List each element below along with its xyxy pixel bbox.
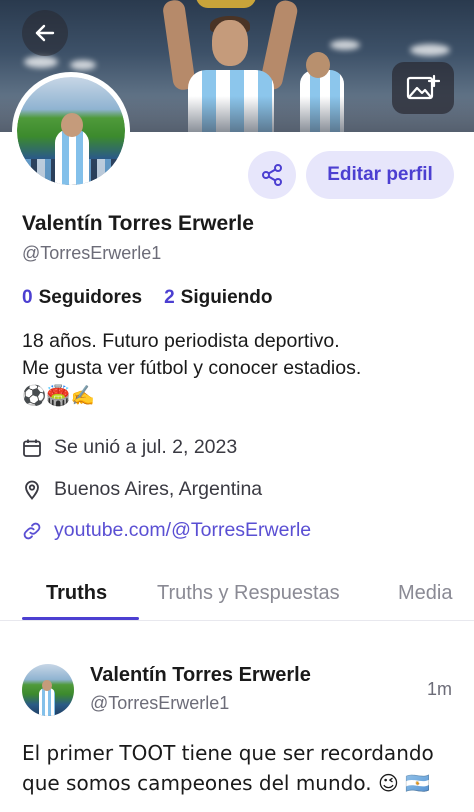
location: Buenos Aires, Argentina — [22, 478, 262, 501]
banner-trophy — [196, 0, 256, 8]
banner-head — [212, 20, 248, 66]
avatar-person — [39, 688, 55, 716]
following-label: Siguiendo — [180, 287, 273, 308]
avatar-person — [55, 129, 89, 185]
followers-count: 0 — [22, 287, 33, 308]
following-count: 2 — [164, 287, 175, 308]
follow-stats: 0 Seguidores 2 Siguiendo — [22, 287, 272, 309]
back-button[interactable] — [22, 10, 68, 56]
profile-tabs: Truths Truths y Respuestas Media — [0, 574, 474, 620]
image-plus-icon — [406, 74, 440, 102]
map-pin-icon — [22, 480, 42, 500]
stadium-light — [70, 60, 96, 70]
tab-media[interactable]: Media — [398, 582, 474, 605]
avatar-person-head — [42, 680, 52, 691]
edit-profile-button[interactable]: Editar perfil — [306, 151, 454, 199]
change-cover-button[interactable] — [392, 62, 454, 114]
joined-date: Se unió a jul. 2, 2023 — [22, 436, 237, 459]
following-link[interactable]: 2 Siguiendo — [164, 287, 272, 309]
profile-handle: @TorresErwerle1 — [22, 243, 162, 263]
website-link[interactable]: youtube.com/@TorresErwerle — [22, 519, 311, 542]
bio-line: 18 años. Futuro periodista deportivo. — [22, 330, 340, 352]
calendar-icon — [22, 438, 42, 458]
banner-player-head — [306, 52, 330, 78]
avatar-person-head — [61, 113, 83, 137]
tab-truths-y-respuestas[interactable]: Truths y Respuestas — [157, 582, 340, 605]
stadium-light — [330, 40, 360, 50]
post-author-handle: @TorresErwerle1 — [90, 693, 230, 713]
arrow-left-icon — [33, 21, 57, 45]
profile-bio: 18 años. Futuro periodista deportivo. Me… — [22, 328, 462, 409]
link-icon — [22, 521, 42, 541]
tabs-divider — [0, 620, 474, 621]
location-text: Buenos Aires, Argentina — [54, 478, 263, 500]
tab-truths[interactable]: Truths — [46, 582, 107, 605]
profile-avatar[interactable] — [12, 72, 130, 190]
followers-link[interactable]: 0 Seguidores — [22, 287, 142, 309]
bio-emojis: ⚽🏟️✍️ — [22, 384, 95, 407]
post-author-avatar[interactable] — [22, 664, 74, 716]
share-profile-button[interactable] — [248, 151, 296, 199]
post-author-name[interactable]: Valentín Torres Erwerle — [90, 664, 311, 687]
followers-label: Seguidores — [38, 287, 143, 308]
profile-name: Valentín Torres Erwerle — [22, 212, 254, 235]
share-icon — [260, 163, 284, 187]
stadium-light — [410, 44, 450, 56]
bio-line: Me gusta ver fútbol y conocer estadios. — [22, 357, 362, 379]
post-text: El primer TOOT tiene que ser recordando … — [22, 741, 434, 795]
website-text: youtube.com/@TorresErwerle — [54, 519, 312, 541]
stadium-light — [24, 56, 58, 68]
avatar-image — [17, 77, 125, 185]
post-timestamp: 1m — [426, 679, 452, 699]
joined-text: Se unió a jul. 2, 2023 — [54, 436, 238, 458]
